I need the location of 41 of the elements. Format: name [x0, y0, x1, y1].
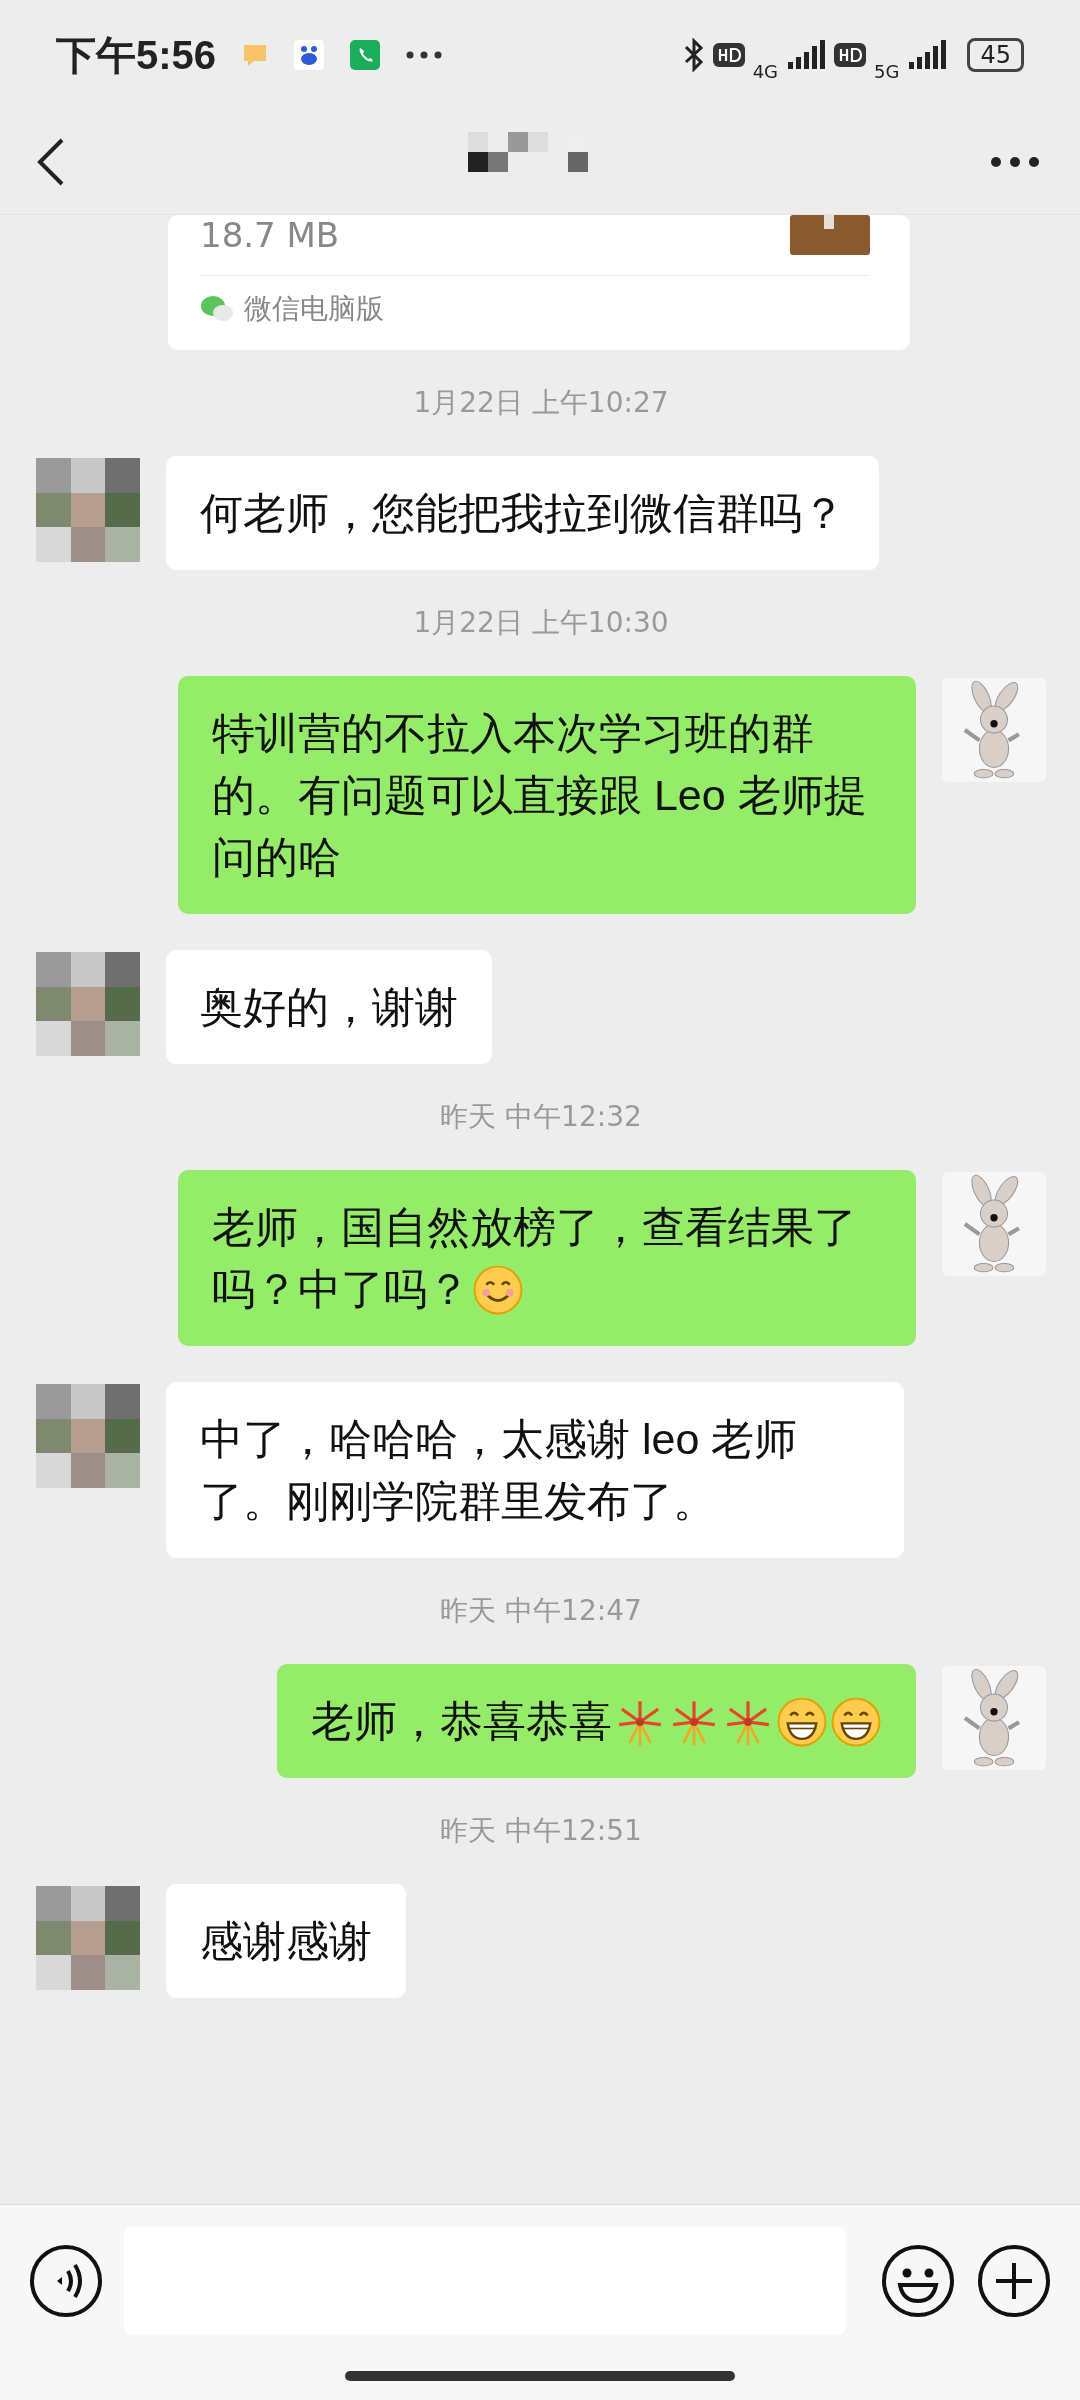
- hd-icon: [834, 43, 867, 67]
- voice-icon[interactable]: [28, 2243, 104, 2319]
- bluetooth-icon: [682, 38, 705, 72]
- grin-emoji-icon: [830, 1696, 882, 1748]
- add-icon[interactable]: [976, 2243, 1052, 2319]
- grin-emoji-icon: [776, 1696, 828, 1748]
- emoji-icon[interactable]: [880, 2243, 956, 2319]
- signal-icon: [907, 40, 948, 70]
- network-label: 4G: [752, 60, 779, 82]
- smile-emoji-icon: [472, 1264, 524, 1316]
- status-time: 下午5:56: [56, 31, 217, 79]
- file-source: 微信电脑版: [244, 291, 384, 327]
- message-bubble: 奥好的，谢谢: [166, 950, 492, 1064]
- more-notifications-icon: [406, 51, 443, 59]
- rabbit-avatar-icon: [942, 676, 1046, 784]
- network-label: 5G: [874, 60, 900, 82]
- file-icon: [790, 215, 870, 255]
- file-card[interactable]: 18.7 MB 微信电脑版: [168, 215, 910, 350]
- message-bubble: 中了，哈哈哈，太感谢 leo 老师了。刚刚学院群里发布了。: [166, 1382, 904, 1558]
- message-bubble: 感谢感谢: [166, 1884, 406, 1998]
- message-bubble: 何老师，您能把我拉到微信群吗？: [166, 456, 879, 570]
- timestamp: 昨天 中午12:51: [439, 1813, 643, 1849]
- message-bubble: 老师，恭喜恭喜: [277, 1664, 916, 1778]
- paw-icon: [294, 40, 325, 70]
- rabbit-avatar-icon: [942, 1170, 1046, 1278]
- phone-icon: [350, 40, 381, 70]
- timestamp: 1月22日 上午10:30: [412, 605, 670, 641]
- battery-indicator: 45: [967, 38, 1024, 72]
- hd-icon: [712, 43, 745, 67]
- rabbit-avatar-icon: [942, 1664, 1046, 1772]
- file-size: 18.7 MB: [200, 215, 340, 255]
- timestamp: 昨天 中午12:47: [439, 1593, 643, 1629]
- back-icon[interactable]: [36, 137, 66, 187]
- timestamp: 昨天 中午12:32: [439, 1099, 643, 1135]
- note-icon: [242, 42, 269, 68]
- message-bubble: 特训营的不拉入本次学习班的群的。有问题可以直接跟 Leo 老师提问的哈: [178, 676, 916, 914]
- timestamp: 1月22日 上午10:27: [412, 385, 670, 421]
- more-icon[interactable]: [990, 156, 1040, 168]
- message-bubble: 老师，国自然放榜了，查看结果了吗？中了吗？: [178, 1170, 916, 1346]
- signal-icon: [786, 40, 827, 70]
- wechat-icon: [200, 295, 234, 323]
